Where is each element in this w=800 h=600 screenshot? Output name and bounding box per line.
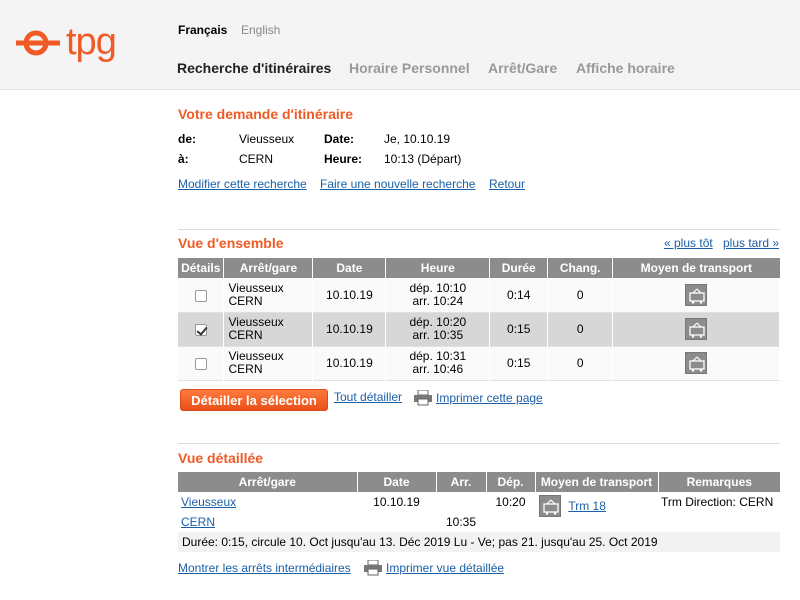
date-label: Date: (324, 132, 355, 146)
tram-icon (685, 318, 708, 340)
earlier-link[interactable]: « plus tôt (664, 236, 713, 250)
overview-title: Vue d'ensemble (178, 235, 284, 251)
col-transport: Moyen de transport (612, 258, 780, 278)
from-label: de: (178, 132, 196, 146)
col-stop: Arrêt/gare (223, 258, 314, 278)
from-value: Vieusseux (239, 132, 295, 146)
col-transport: Moyen de transport (535, 472, 659, 492)
tram-icon (539, 495, 561, 517)
to-label: à: (178, 152, 189, 166)
later-link[interactable]: plus tard » (723, 236, 779, 250)
col-arr: Arr. (436, 472, 487, 492)
table-row: Vieusseux CERN 10.10.19 dép. 10:10 arr. 10… (178, 278, 780, 312)
row-changes: 0 (547, 278, 614, 312)
row-arr: arr. 10:24 (412, 293, 464, 308)
request-title: Votre demande d'itinéraire (178, 106, 354, 122)
table-row: CERN 10:35 (178, 512, 780, 532)
logo-text: tpg (66, 21, 117, 63)
modify-search-link[interactable]: Modifier cette recherche (178, 177, 307, 191)
printer-icon[interactable] (414, 389, 432, 406)
row-changes: 0 (547, 346, 614, 380)
print-page-link[interactable]: Imprimer cette page (436, 391, 543, 405)
col-stop: Arrêt/gare (178, 472, 358, 492)
row-checkbox[interactable] (194, 289, 207, 302)
row-duration: 0:15 (489, 312, 549, 346)
print-detail-link[interactable]: Imprimer vue détaillée (386, 561, 504, 575)
logo-mark-icon (16, 30, 60, 56)
col-dep: Dép. (486, 472, 536, 492)
col-duration: Durée (489, 258, 549, 278)
to-value: CERN (239, 152, 274, 166)
nav-personal-timetable[interactable]: Horaire Personnel (349, 60, 470, 76)
table-row: Vieusseux CERN 10.10.19 dép. 10:31 arr. 10… (178, 346, 780, 380)
back-link[interactable]: Retour (489, 177, 525, 191)
detail-all-link[interactable]: Tout détailler (334, 390, 402, 404)
col-changes: Chang. (547, 258, 614, 278)
col-date: Date (357, 472, 437, 492)
nav-itinerary-search[interactable]: Recherche d'itinéraires (177, 60, 331, 76)
row-arr: arr. 10:35 (412, 328, 464, 342)
date-value: Je, 10.10.19 (384, 132, 451, 146)
col-details: Détails (178, 258, 225, 278)
printer-icon[interactable] (364, 559, 382, 576)
row-duration: 0:15 (489, 346, 549, 380)
tpg-logo[interactable]: tpg (16, 19, 117, 63)
row-arr: arr. 10:46 (412, 362, 464, 376)
show-intermediate-stops-link[interactable]: Montrer les arrêts intermédiaires (178, 561, 351, 575)
time-value: 10:13 (Départ) (384, 152, 462, 166)
site-header: tpg Français English Recherche d'itinéra… (0, 0, 800, 90)
row-checkbox[interactable] (194, 357, 207, 370)
row-duration: 0:14 (489, 278, 549, 312)
detail-title: Vue détaillée (178, 450, 264, 466)
table-row: Vieusseux CERN 10.10.19 dép. 10:20 arr. 10… (178, 312, 780, 346)
divider (178, 443, 780, 444)
row-date: 10.10.19 (312, 346, 387, 380)
row-to: CERN (228, 293, 263, 308)
lang-english[interactable]: English (241, 23, 280, 37)
line-link[interactable]: Trm 18 (568, 499, 606, 513)
remark: Trm Direction: CERN (658, 492, 780, 512)
from-stop-link[interactable]: Vieusseux (181, 495, 236, 509)
overview-table: Détails Arrêt/gare Date Heure Durée Chan… (178, 258, 780, 381)
journey-note: Durée: 0:15, circule 10. Oct jusqu'au 13… (178, 532, 780, 552)
divider (178, 229, 780, 230)
row-to: CERN (228, 328, 263, 342)
row-date: 10.10.19 (312, 278, 387, 312)
lang-french[interactable]: Français (178, 23, 227, 37)
detail-selection-button[interactable]: Détailler la sélection (180, 389, 328, 411)
row-from: Vieusseux (228, 280, 284, 295)
tram-icon (685, 352, 708, 374)
new-search-link[interactable]: Faire une nouvelle recherche (320, 177, 475, 191)
nav-stop-station[interactable]: Arrêt/Gare (488, 60, 557, 76)
time-label: Heure: (324, 152, 363, 166)
row-to: CERN (228, 362, 263, 376)
nav-timetable-display[interactable]: Affiche horaire (576, 60, 675, 76)
detail-table: Arrêt/gare Date Arr. Dép. Moyen de trans… (178, 472, 780, 552)
row-dep: dép. 10:10 (409, 280, 467, 295)
row-changes: 0 (547, 312, 614, 346)
to-arr: 10:35 (436, 512, 486, 532)
tram-icon (685, 283, 708, 306)
from-dep: 10:20 (486, 492, 535, 512)
row-date: 10.10.19 (312, 312, 387, 346)
row-checkbox[interactable] (194, 323, 207, 336)
col-remarks: Remarques (658, 472, 780, 492)
to-stop-link[interactable]: CERN (181, 515, 215, 529)
table-row: Vieusseux 10.10.19 10:20 Trm 18 Trm Dire… (178, 492, 780, 532)
from-date: 10.10.19 (357, 492, 436, 512)
col-time: Heure (385, 258, 491, 278)
col-date: Date (312, 258, 387, 278)
